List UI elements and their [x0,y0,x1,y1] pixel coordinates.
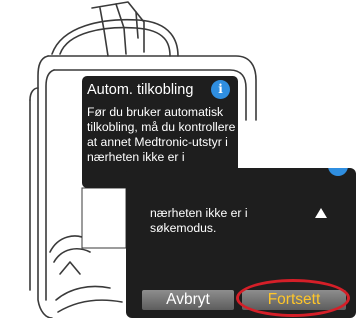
info-icon[interactable]: i [211,80,230,99]
screen-message: Før du bruker automatisk tilkobling, må … [87,105,236,164]
cancel-button[interactable]: Avbryt [142,290,234,310]
info-icon-partial [328,168,348,176]
screen-title: Autom. tilkobling [87,82,194,98]
screen-message-continued: nærheten ikke er i søkemodus. [150,206,248,235]
callout-ring-continue [236,279,350,317]
up-arrow-icon[interactable] [315,208,327,218]
